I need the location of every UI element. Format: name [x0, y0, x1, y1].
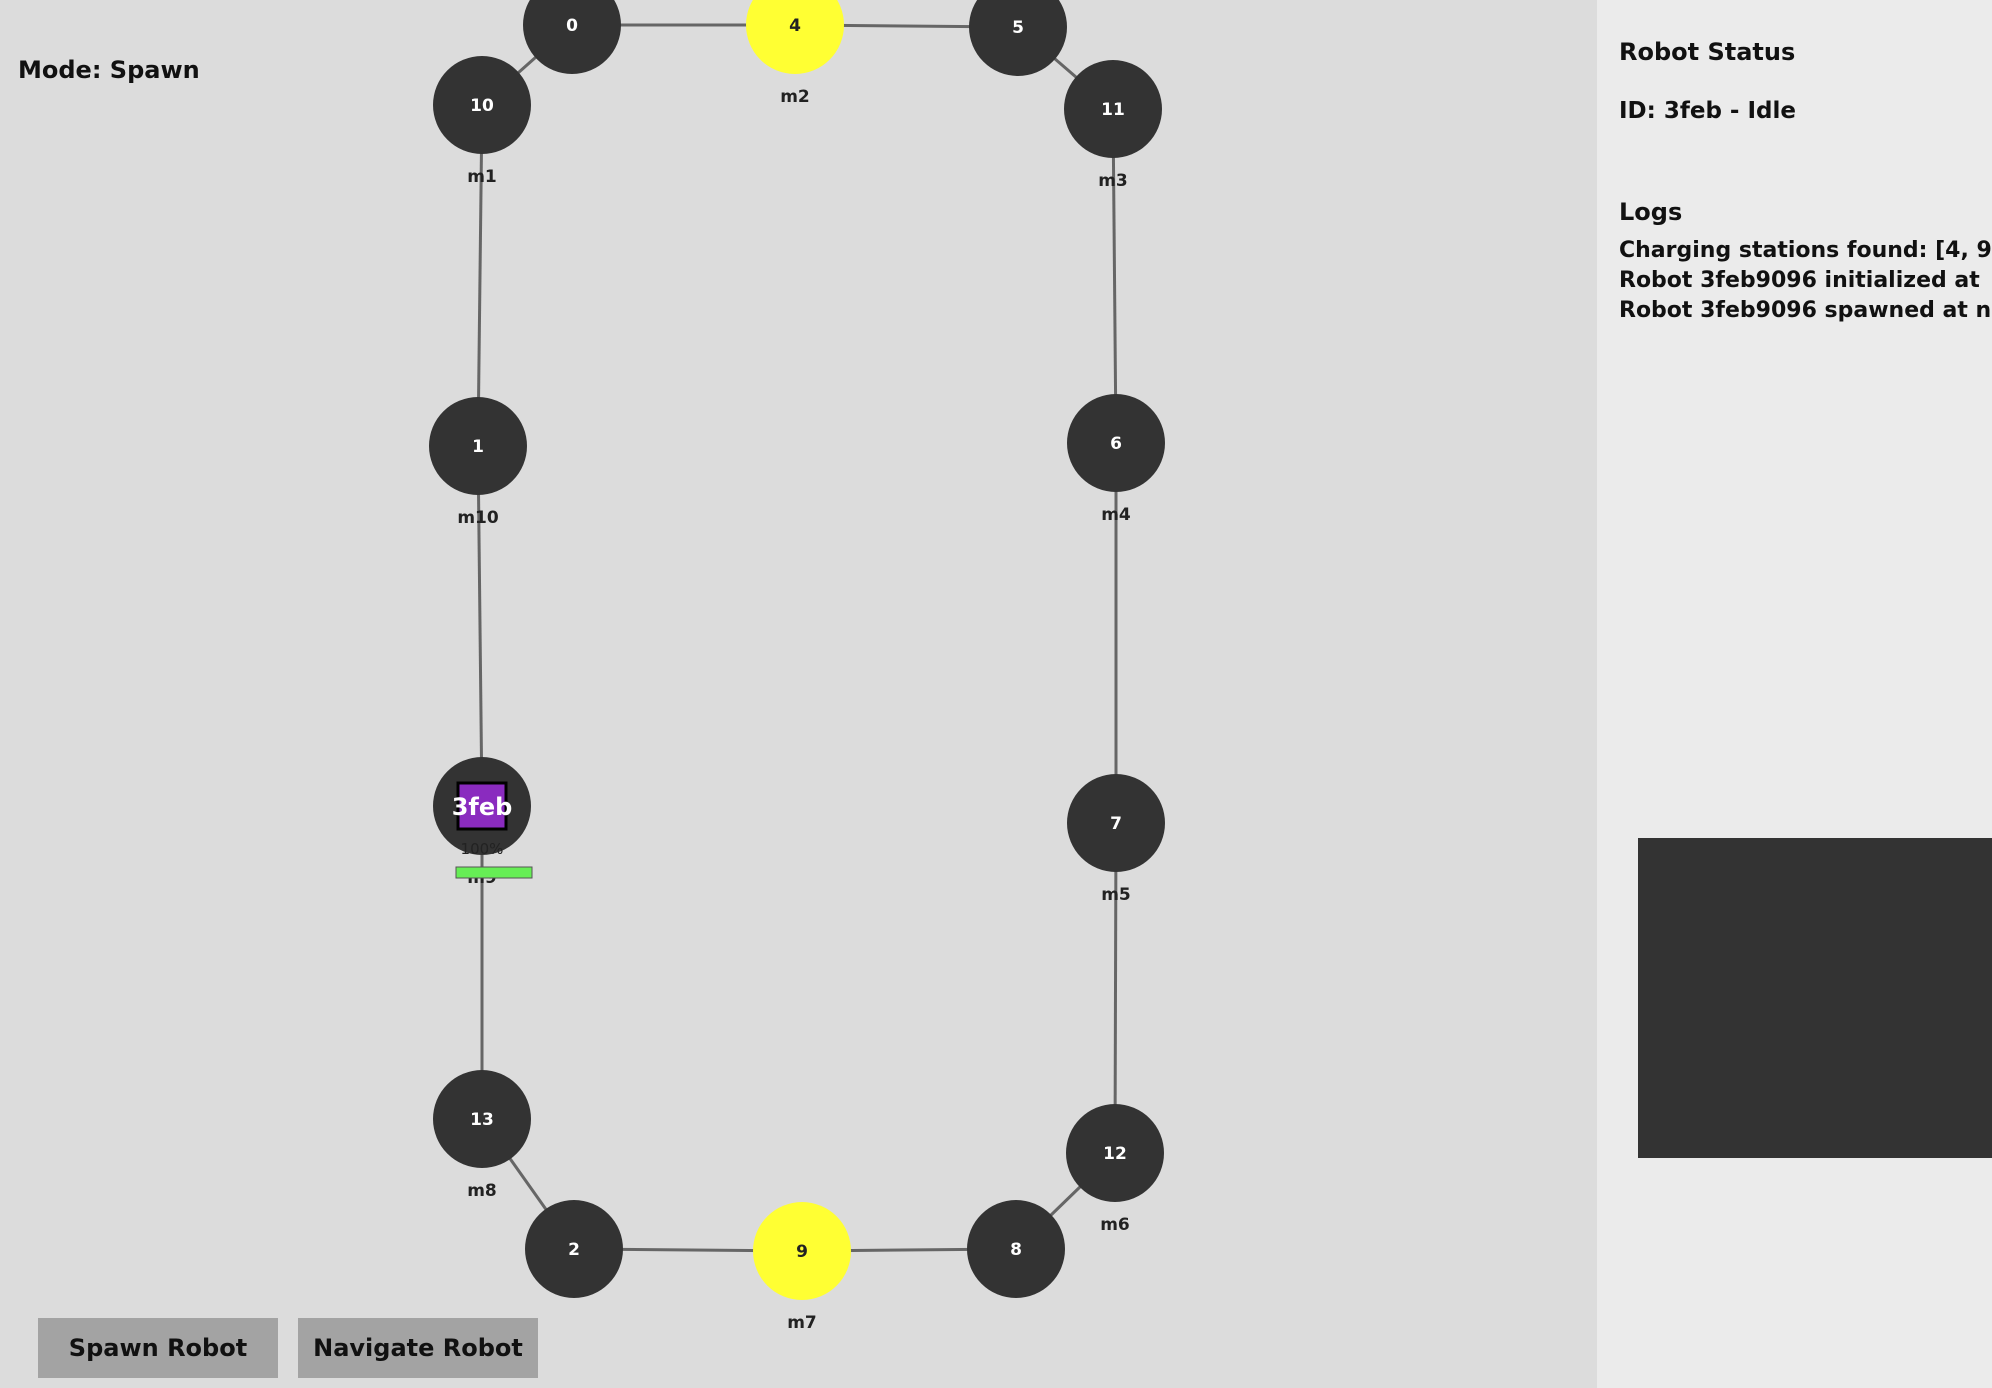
node-id-label: 7 — [1110, 814, 1122, 834]
node-marker-label: m7 — [787, 1313, 817, 1333]
node-marker-label: m4 — [1101, 505, 1131, 525]
graph-node[interactable]: 7 m5 — [1067, 774, 1165, 905]
spawn-robot-button[interactable]: Spawn Robot — [38, 1318, 278, 1378]
node-marker-label: m8 — [467, 1181, 497, 1201]
robot-id-label: 3feb — [452, 793, 513, 821]
graph-node[interactable]: 5 — [969, 0, 1067, 76]
node-marker-label: m3 — [1098, 171, 1128, 191]
node-id-label: 6 — [1110, 434, 1122, 454]
node-id-label: 5 — [1012, 18, 1024, 38]
graph-node[interactable]: 4 m2 — [746, 0, 844, 107]
navigation-graph[interactable]: 04m2510m111m31m106m47m513m812m629m78m9 3… — [0, 0, 1597, 1388]
battery-text: 100% — [461, 840, 504, 858]
graph-node[interactable]: 11 m3 — [1064, 60, 1162, 191]
graph-edge — [1111, 108, 1118, 444]
graph-node[interactable]: 6 m4 — [1067, 394, 1165, 525]
graph-node[interactable]: 9 m7 — [753, 1202, 851, 1333]
node-id-label: 11 — [1101, 100, 1125, 120]
graph-node[interactable]: 13 m8 — [433, 1070, 531, 1201]
graph-node[interactable]: 0 — [523, 0, 621, 74]
navigate-robot-button[interactable]: Navigate Robot — [298, 1318, 538, 1378]
node-id-label: 0 — [566, 16, 578, 36]
node-id-label: 12 — [1103, 1144, 1127, 1164]
graph-node[interactable]: 10 m1 — [433, 56, 531, 187]
node-id-label: 13 — [470, 1110, 494, 1130]
node-marker-label: m6 — [1100, 1215, 1130, 1235]
battery-bar-fill — [455, 866, 533, 879]
graph-edge — [476, 445, 484, 807]
logs-heading: Logs — [1619, 198, 1683, 226]
node-id-label: 4 — [789, 16, 801, 36]
map-canvas[interactable]: Mode: Spawn 0 4 m2 5 10 m1 11 m3 1 m10 6 m4 7 m5 13 m8 1… — [0, 0, 1597, 1388]
node-id-label: 8 — [1010, 1240, 1022, 1260]
log-line: Robot 3feb9096 spawned at n — [1619, 298, 1992, 323]
graph-edge — [476, 104, 484, 447]
log-line: Charging stations found: [4, 9 — [1619, 238, 1992, 263]
node-id-label: 10 — [470, 96, 494, 116]
node-id-label: 9 — [796, 1242, 808, 1262]
graph-edges — [476, 23, 1118, 1253]
node-marker-label: m1 — [467, 167, 497, 187]
preview-panel — [1638, 838, 1992, 1158]
robot-status-line: ID: 3feb - Idle — [1619, 98, 1796, 124]
graph-nodes: 04m2510m111m31m106m47m513m812m629m78m9 — [429, 0, 1165, 1333]
node-id-label: 2 — [568, 1240, 580, 1260]
side-panel: Robot Status ID: 3feb - Idle Logs Chargi… — [1597, 0, 1992, 1388]
node-id-label: 1 — [472, 437, 484, 457]
graph-node[interactable]: 1 m10 — [429, 397, 527, 528]
graph-node[interactable]: 8 — [967, 1200, 1065, 1298]
node-marker-label: m10 — [457, 508, 499, 528]
graph-node[interactable]: 12 m6 — [1066, 1104, 1164, 1235]
log-line: Robot 3feb9096 initialized at — [1619, 268, 1980, 293]
graph-edge — [1113, 822, 1118, 1154]
robot-status-heading: Robot Status — [1619, 38, 1796, 66]
node-marker-label: m5 — [1101, 885, 1131, 905]
node-marker-label: m2 — [780, 87, 810, 107]
graph-node[interactable]: 2 — [525, 1200, 623, 1298]
